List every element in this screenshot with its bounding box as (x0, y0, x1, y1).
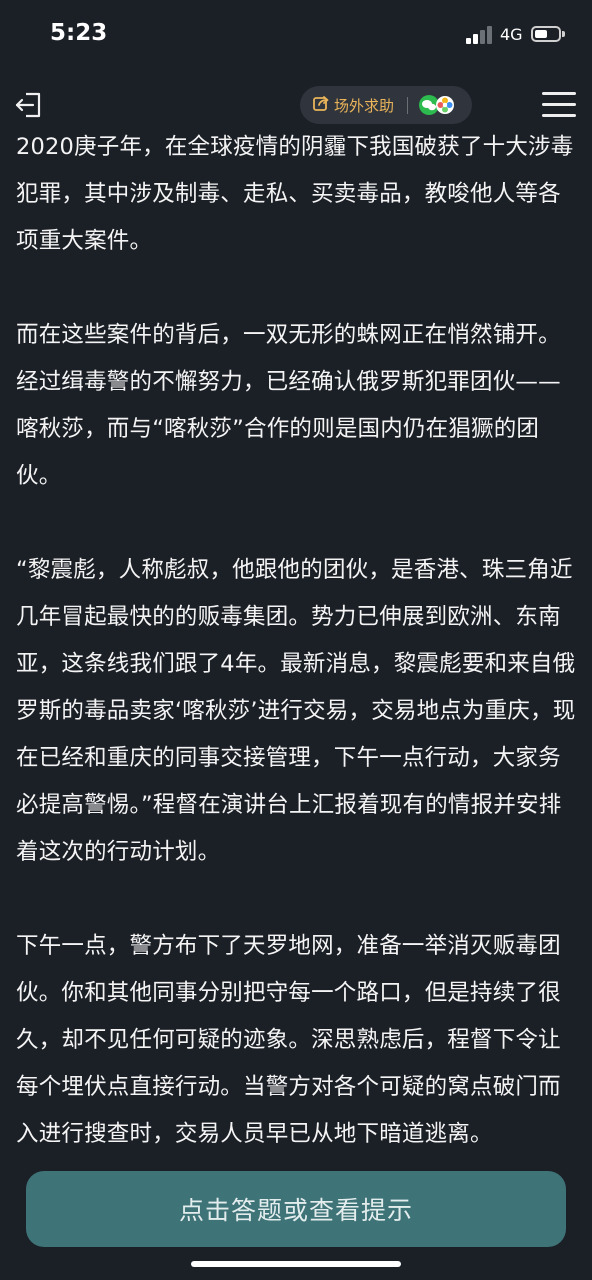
help-pill: 场外求助 (300, 86, 472, 124)
story-paragraph: “黎震彪，人称彪叔，他跟他的团伙，是香港、珠三角近几年冒起最快的的贩毒集团。势力… (16, 557, 576, 865)
answer-hint-label: 点击答题或查看提示 (178, 1197, 413, 1225)
battery-icon (531, 26, 561, 42)
story-paragraph: 2020庚子年，在全球疫情的阴霾下我国破获了十大涉毒犯罪，其中涉及制毒、走私、买… (16, 134, 574, 254)
story-paragraph: 下午一点，警方布下了天罗地网，准备一举消灭贩毒团伙。你和其他同事分别把守每一个路… (16, 933, 561, 1147)
help-button[interactable]: 场外求助 (312, 86, 394, 124)
signal-strength-icon (466, 26, 494, 44)
home-indicator[interactable] (191, 1261, 401, 1267)
help-label: 场外求助 (334, 96, 395, 115)
story-text: 2020庚子年，在全球疫情的阴霾下我国破获了十大涉毒犯罪，其中涉及制毒、走私、买… (16, 124, 580, 1158)
answer-hint-button[interactable]: 点击答题或查看提示 (26, 1171, 566, 1247)
share-icons[interactable] (418, 94, 464, 116)
network-type: 4G (500, 25, 523, 44)
hamburger-menu-icon[interactable] (542, 90, 576, 118)
status-time: 5:23 (50, 20, 108, 46)
share-icon (312, 94, 330, 116)
battery-tip (562, 31, 565, 37)
wechat-icon (419, 95, 454, 115)
story-paragraph: 而在这些案件的背后，一双无形的蛛网正在悄然铺开。经过缉毒警的不懈努力，已经确认俄… (16, 322, 561, 489)
status-bar: 5:23 4G (0, 0, 592, 72)
exit-icon[interactable] (14, 90, 44, 120)
pill-divider (407, 97, 408, 114)
